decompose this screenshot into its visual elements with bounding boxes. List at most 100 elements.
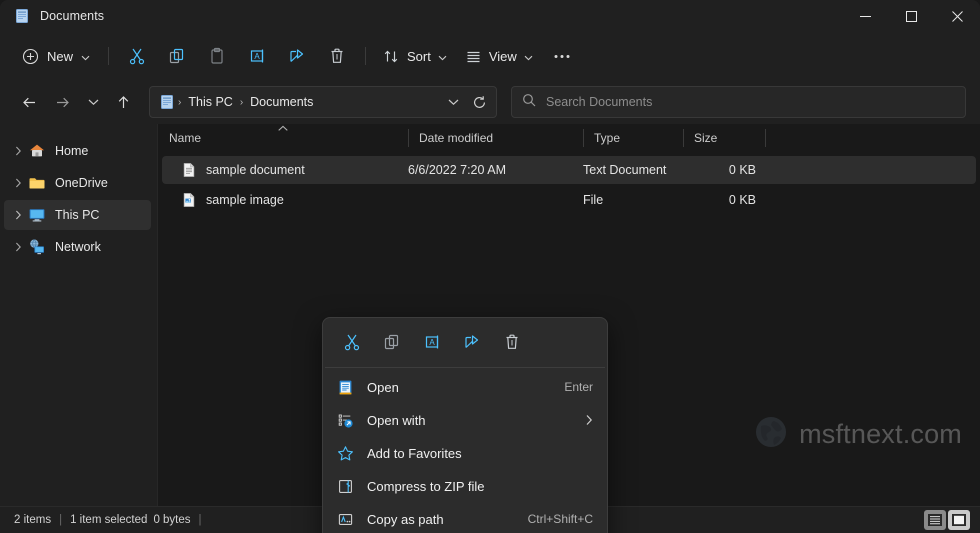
status-selection: 1 item selected xyxy=(70,514,148,526)
toolbar-divider-2 xyxy=(365,47,367,65)
navigation-pane: Home OneDrive This PC Network xyxy=(0,124,158,506)
maximize-button[interactable] xyxy=(888,0,934,32)
chevron-right-icon[interactable] xyxy=(8,242,28,252)
search-input[interactable] xyxy=(546,95,956,109)
menu-item-accelerator: Enter xyxy=(564,380,593,394)
delete-button[interactable] xyxy=(492,326,532,358)
table-row[interactable]: sample image File 0 KB xyxy=(162,186,976,214)
menu-item-label: Add to Favorites xyxy=(367,445,462,461)
sidebar-item-onedrive[interactable]: OneDrive xyxy=(4,168,151,198)
large-icons-view-icon xyxy=(952,514,966,526)
recent-locations-button[interactable] xyxy=(80,86,105,118)
share-button[interactable] xyxy=(452,326,492,358)
cut-button[interactable] xyxy=(117,40,157,72)
status-divider: | xyxy=(59,514,63,526)
file-name-cell: sample image xyxy=(162,192,408,208)
column-header-spacer xyxy=(765,124,795,152)
window-title: Documents xyxy=(40,9,105,23)
menu-item-copy-as-path[interactable]: Copy as path Ctrl+Shift+C xyxy=(327,503,603,533)
view-button[interactable]: View xyxy=(456,40,542,72)
column-header-name[interactable]: Name xyxy=(158,124,408,152)
refresh-icon xyxy=(473,95,485,108)
details-view-button[interactable] xyxy=(924,510,946,530)
search-box[interactable] xyxy=(511,86,967,118)
file-name: sample image xyxy=(206,193,284,207)
chevron-down-icon xyxy=(448,99,458,106)
copy-button[interactable] xyxy=(157,40,197,72)
status-item-count: 2 items xyxy=(14,514,52,526)
large-icons-view-button[interactable] xyxy=(948,510,970,530)
documents-folder-icon xyxy=(159,94,175,110)
explorer-body: Home OneDrive This PC Network Name Date … xyxy=(0,124,980,533)
submenu-chevron-icon xyxy=(585,414,593,426)
column-label: Date modified xyxy=(419,131,494,145)
file-name-cell: sample document xyxy=(162,162,408,178)
open-with-icon xyxy=(337,412,354,429)
menu-item-open-with[interactable]: Open with xyxy=(327,404,603,436)
share-button[interactable] xyxy=(277,40,317,72)
status-selection-size: 0 bytes xyxy=(153,514,191,526)
text-document-icon xyxy=(181,162,197,178)
breadcrumb-documents[interactable]: Documents xyxy=(244,92,319,112)
svg-text:A: A xyxy=(429,338,435,347)
title-bar: Documents xyxy=(0,0,980,32)
chevron-down-icon xyxy=(88,99,99,106)
back-button[interactable] xyxy=(14,86,45,118)
chevron-right-icon[interactable] xyxy=(8,146,28,156)
scissors-icon xyxy=(129,48,145,65)
column-label: Size xyxy=(694,131,718,145)
back-arrow-icon xyxy=(23,97,36,107)
column-header-type[interactable]: Type xyxy=(583,124,683,152)
zip-icon xyxy=(337,478,354,495)
column-header-size[interactable]: Size xyxy=(683,124,765,152)
rename-icon: A xyxy=(425,335,439,349)
new-button[interactable]: New xyxy=(14,40,100,72)
forward-arrow-icon xyxy=(57,97,70,107)
column-header-date-modified[interactable]: Date modified xyxy=(408,124,583,152)
cut-button[interactable] xyxy=(332,326,372,358)
menu-item-open[interactable]: Open Enter xyxy=(327,371,603,403)
table-row[interactable]: sample document 6/6/2022 7:20 AM Text Do… xyxy=(162,156,976,184)
paste-button[interactable] xyxy=(197,40,237,72)
address-dropdown-button[interactable] xyxy=(440,89,466,115)
menu-item-add-to-favorites[interactable]: Add to Favorites xyxy=(327,437,603,469)
sidebar-item-this-pc[interactable]: This PC xyxy=(4,200,151,230)
file-type-cell: Text Document xyxy=(583,163,667,177)
sidebar-item-network[interactable]: Network xyxy=(4,232,151,262)
copy-button[interactable] xyxy=(372,326,412,358)
view-toggle-group xyxy=(924,510,970,530)
sort-button-label: Sort xyxy=(407,48,431,64)
sidebar-item-home[interactable]: Home xyxy=(4,136,151,166)
delete-button[interactable] xyxy=(317,40,357,72)
more-options-button[interactable] xyxy=(542,40,582,72)
rename-button[interactable]: A xyxy=(412,326,452,358)
this-pc-icon xyxy=(28,206,46,224)
forward-button[interactable] xyxy=(47,86,78,118)
menu-item-label: Copy as path xyxy=(367,511,444,527)
chevron-right-icon[interactable] xyxy=(8,210,28,220)
sort-button[interactable]: Sort xyxy=(374,40,456,72)
paste-icon xyxy=(211,47,223,64)
up-button[interactable] xyxy=(108,86,139,118)
refresh-button[interactable] xyxy=(466,89,492,115)
file-size-cell: 0 KB xyxy=(728,193,756,207)
breadcrumb-this-pc[interactable]: This PC xyxy=(182,92,238,112)
chevron-right-icon[interactable] xyxy=(8,178,28,188)
sort-ascending-icon xyxy=(278,125,289,134)
address-bar[interactable]: › This PC › Documents xyxy=(149,86,498,118)
file-explorer-window: Documents New A Sort View › This PC › Do… xyxy=(0,0,980,533)
minimize-button[interactable] xyxy=(842,0,888,32)
sort-icon xyxy=(384,50,398,62)
file-type-cell: File xyxy=(583,193,604,207)
plus-circle-icon xyxy=(22,48,39,64)
rename-button[interactable]: A xyxy=(237,40,277,72)
trash-icon xyxy=(331,48,343,63)
menu-item-compress-to-zip[interactable]: Compress to ZIP file xyxy=(327,470,603,502)
chevron-down-icon xyxy=(438,49,447,64)
scissors-icon xyxy=(344,334,360,351)
onedrive-folder-icon xyxy=(28,174,46,192)
close-button[interactable] xyxy=(934,0,980,32)
new-button-label: New xyxy=(47,48,74,64)
navigation-bar: › This PC › Documents xyxy=(0,80,980,124)
home-icon xyxy=(28,142,46,160)
